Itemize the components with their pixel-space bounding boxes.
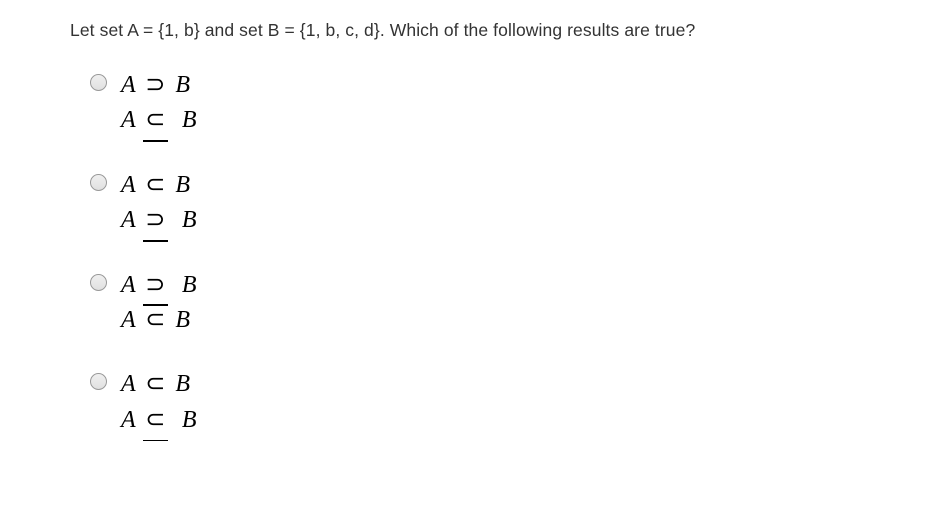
option-1-content: A ⊃ B A ⊂ B (121, 69, 197, 137)
options-container: A ⊃ B A ⊂ B A ⊂ B A ⊃ B (70, 69, 862, 436)
option-1-line-2: A ⊂ B (121, 104, 197, 136)
option-3-content: A ⊃ B A ⊂ B (121, 269, 197, 337)
option-2-line-2: A ⊃ B (121, 204, 197, 236)
option-3: A ⊃ B A ⊂ B (90, 269, 862, 337)
radio-4[interactable] (90, 373, 107, 390)
option-2-content: A ⊂ B A ⊃ B (121, 169, 197, 237)
radio-2[interactable] (90, 174, 107, 191)
option-4-content: A ⊂ B A ⊂ B (121, 368, 197, 436)
option-1: A ⊃ B A ⊂ B (90, 69, 862, 137)
question-text: Let set A = {1, b} and set B = {1, b, c,… (70, 20, 862, 41)
option-4-line-2: A ⊂ B (121, 404, 197, 436)
option-3-line-2: A ⊂ B (121, 304, 197, 336)
option-2-line-1: A ⊂ B (121, 169, 197, 201)
option-2: A ⊂ B A ⊃ B (90, 169, 862, 237)
radio-3[interactable] (90, 274, 107, 291)
option-4-line-1: A ⊂ B (121, 368, 197, 400)
option-4: A ⊂ B A ⊂ B (90, 368, 862, 436)
option-3-line-1: A ⊃ B (121, 269, 197, 301)
radio-1[interactable] (90, 74, 107, 91)
option-1-line-1: A ⊃ B (121, 69, 197, 101)
